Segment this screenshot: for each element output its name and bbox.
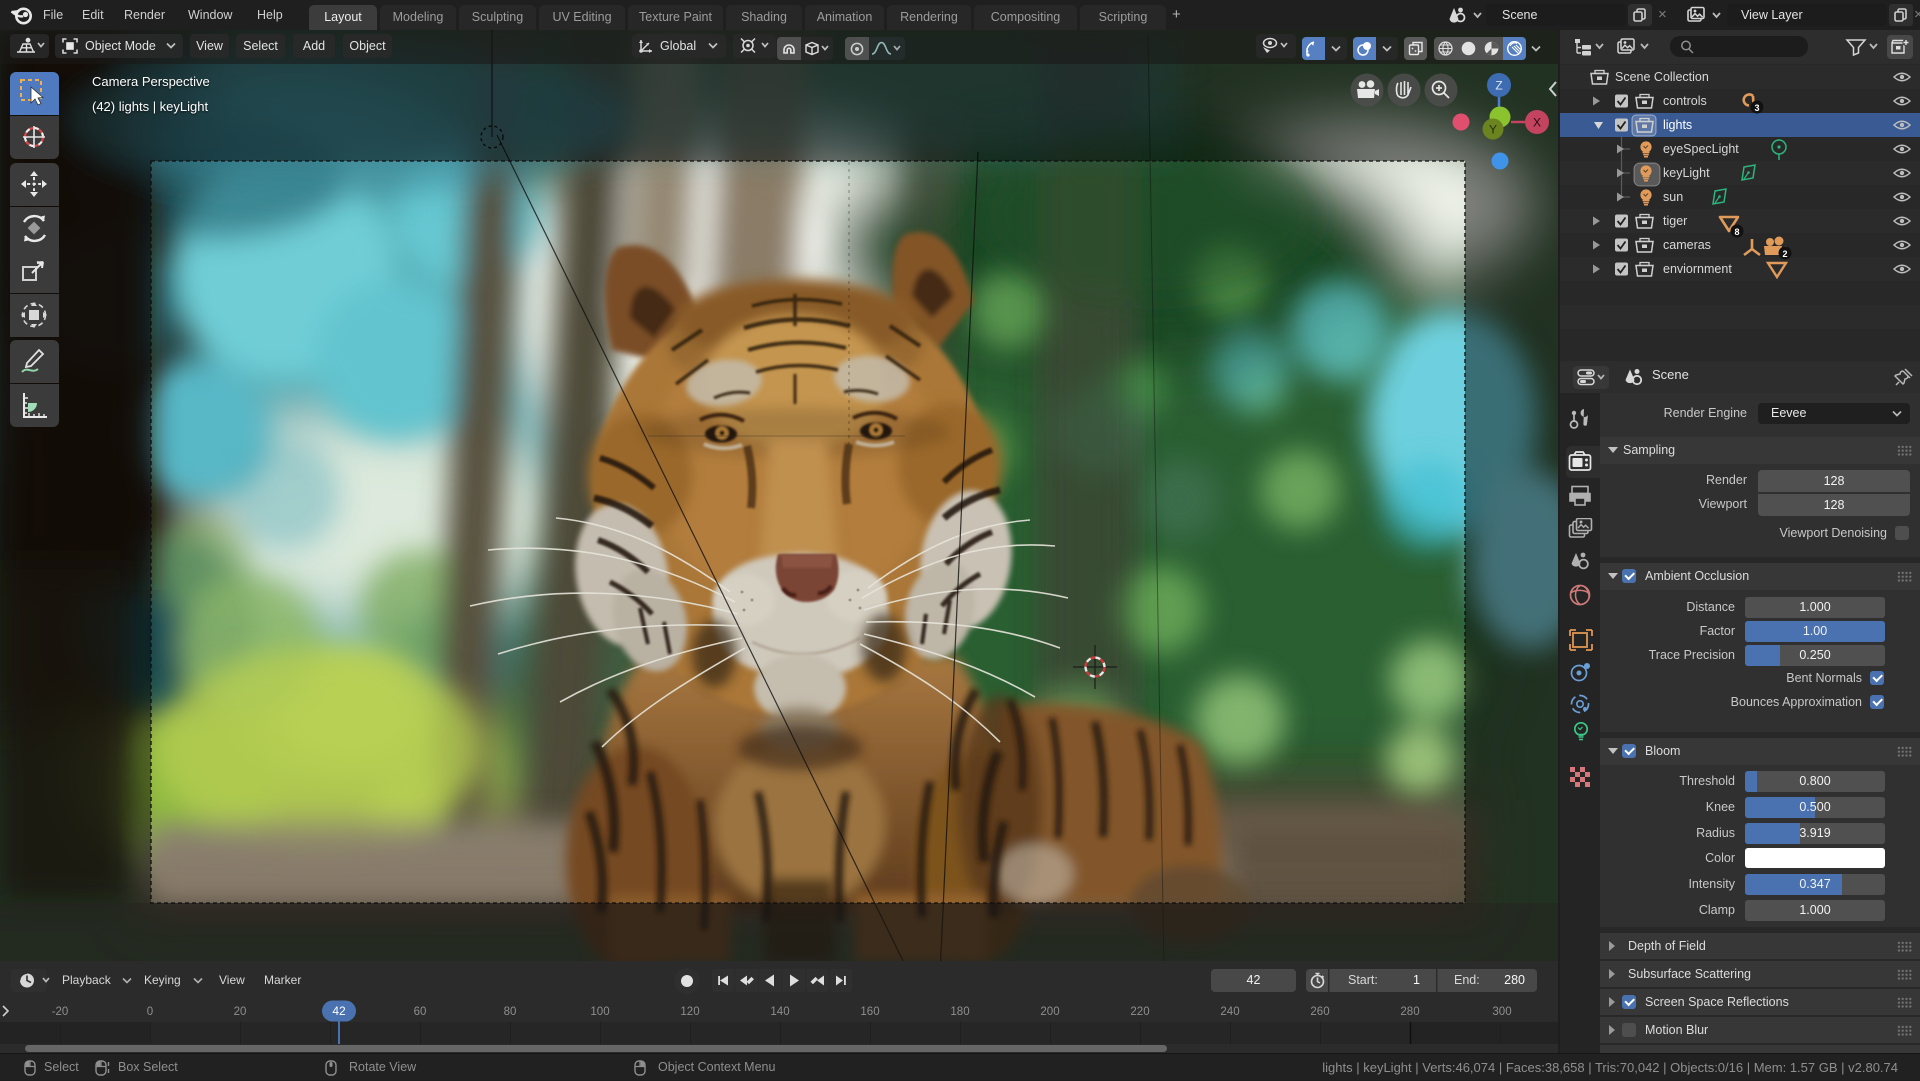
svg-text:0: 0: [147, 1006, 153, 1018]
svg-text:280: 280: [1400, 1006, 1419, 1018]
svg-text:100: 100: [590, 1006, 609, 1018]
svg-text:300: 300: [1492, 1006, 1511, 1018]
svg-text:180: 180: [950, 1006, 969, 1018]
svg-text:20: 20: [234, 1006, 247, 1018]
svg-text:3: 3: [1754, 103, 1759, 113]
svg-text:120: 120: [680, 1006, 699, 1018]
svg-text:X: X: [1533, 116, 1541, 130]
svg-text:42: 42: [332, 1004, 346, 1018]
svg-text:240: 240: [1220, 1006, 1239, 1018]
svg-text:220: 220: [1130, 1006, 1149, 1018]
svg-text:Y: Y: [1489, 123, 1497, 137]
svg-text:140: 140: [770, 1006, 789, 1018]
svg-text:Z: Z: [1495, 79, 1502, 93]
svg-text:200: 200: [1040, 1006, 1059, 1018]
svg-text:2: 2: [1782, 249, 1787, 259]
svg-text:260: 260: [1310, 1006, 1329, 1018]
svg-text:160: 160: [860, 1006, 879, 1018]
svg-text:8: 8: [1734, 227, 1739, 237]
svg-text:80: 80: [504, 1006, 517, 1018]
svg-text:60: 60: [414, 1006, 427, 1018]
svg-text:-20: -20: [52, 1006, 69, 1018]
